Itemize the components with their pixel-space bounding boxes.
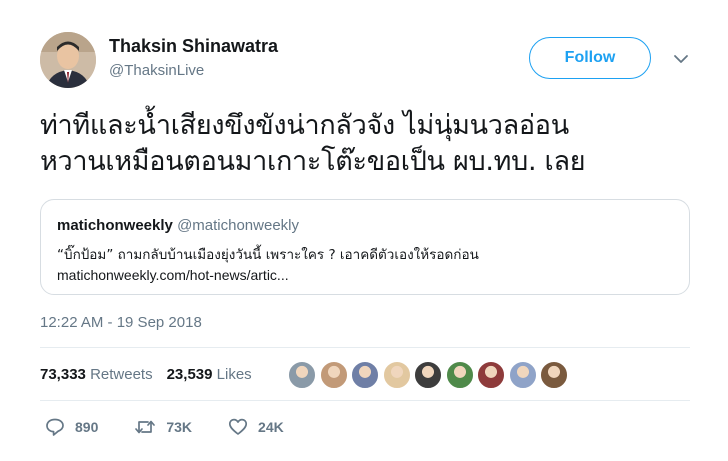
retweet-button[interactable]: 73K (134, 417, 192, 437)
reply-button[interactable]: 890 (45, 417, 98, 437)
quoted-tweet-name: matichonweekly (57, 217, 173, 234)
author-name[interactable]: Thaksin Shinawatra (109, 36, 278, 57)
divider (40, 347, 690, 348)
tweet-text-line: ท่าทีและน้ำเสียงขึงขังน่ากลัวจัง ไม่นุ่ม… (40, 110, 569, 141)
tweet-timestamp[interactable]: 12:22 AM - 19 Sep 2018 (40, 314, 202, 331)
quoted-tweet-text: “บิ๊กป้อม” ถามกลับบ้านเมืองยุ่งวันนี้ เพ… (57, 247, 479, 263)
more-options-chevron-down-icon[interactable] (673, 52, 689, 66)
follow-button[interactable]: Follow (529, 37, 651, 79)
quoted-tweet-handle: @matichonweekly (177, 217, 300, 234)
retweet-icon (135, 420, 156, 434)
author-handle[interactable]: @ThaksinLive (109, 62, 204, 79)
tweet-text: ท่าทีและน้ำเสียงขึงขังน่ากลัวจัง ไม่นุ่ม… (40, 108, 700, 180)
liker-avatar[interactable] (414, 361, 442, 389)
liker-avatar[interactable] (351, 361, 379, 389)
retweets-count: 73,333 (40, 366, 86, 383)
likes-count: 23,539 (166, 366, 213, 383)
quoted-tweet[interactable]: matichonweekly @matichonweekly “บิ๊กป้อม… (40, 199, 690, 295)
engagement-stats: 73,333 Retweets 23,539 Likes (40, 366, 252, 383)
reply-icon (46, 418, 64, 436)
liker-avatar[interactable] (288, 361, 316, 389)
profile-photo-icon (40, 32, 96, 88)
quoted-tweet-author: matichonweekly @matichonweekly (57, 217, 299, 234)
quoted-tweet-link[interactable]: matichonweekly.com/hot-news/artic... (57, 267, 289, 283)
tweet-actions: 890 73K 24K (45, 417, 320, 437)
tweet-text-line: หวานเหมือนตอนมาเกาะโต๊ะขอเป็น ผบ.ทบ. เลย (40, 146, 586, 177)
like-count: 24K (258, 419, 284, 435)
retweets-stat[interactable]: 73,333 Retweets (40, 366, 153, 383)
author-avatar[interactable] (40, 32, 96, 88)
liker-avatar[interactable] (477, 361, 505, 389)
likes-stat[interactable]: 23,539 Likes (167, 366, 252, 383)
retweet-count: 73K (166, 419, 193, 435)
liker-avatars (288, 361, 572, 389)
likes-label: Likes (216, 366, 252, 383)
liker-avatar[interactable] (382, 361, 411, 389)
liker-avatar[interactable] (540, 361, 568, 389)
liker-avatar[interactable] (445, 361, 474, 389)
liker-avatar[interactable] (319, 361, 348, 389)
retweets-label: Retweets (90, 366, 153, 383)
heart-icon (228, 418, 248, 435)
like-button[interactable]: 24K (228, 417, 284, 437)
divider (40, 400, 690, 401)
liker-avatar[interactable] (508, 361, 537, 389)
reply-count: 890 (75, 419, 99, 435)
